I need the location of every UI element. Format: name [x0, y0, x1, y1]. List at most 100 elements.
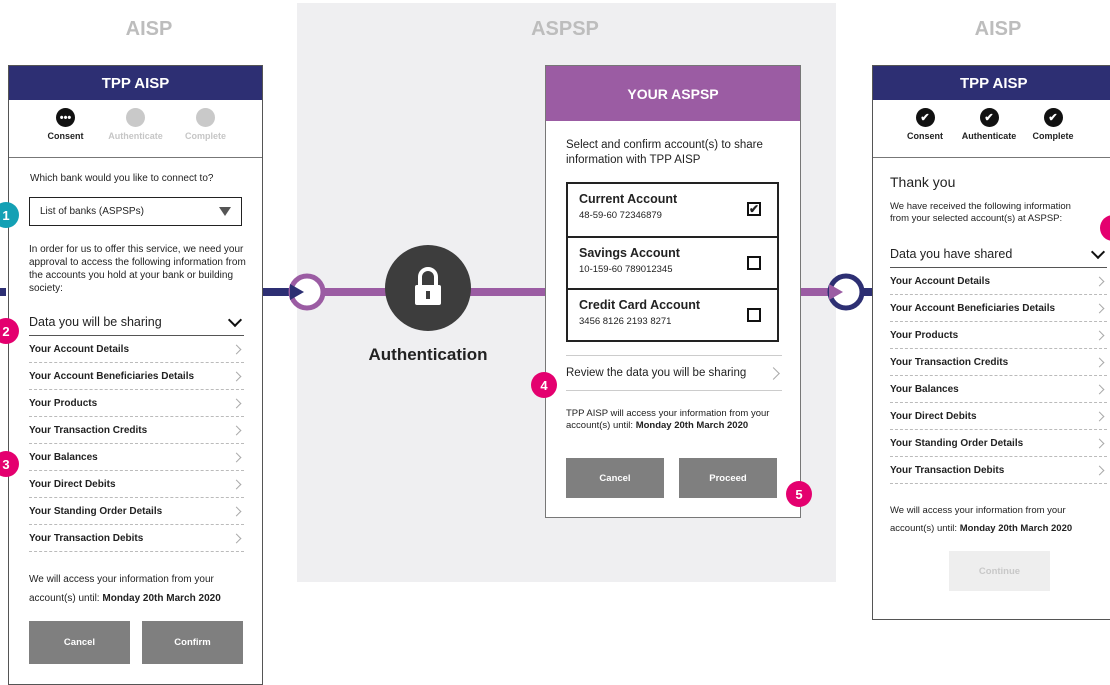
chevron-down-icon [227, 312, 243, 328]
account-checkbox[interactable] [747, 308, 761, 322]
chevron-right-icon [231, 398, 242, 408]
phone-header: TPP AISP [873, 66, 1110, 100]
list-item[interactable]: Your Direct Debits [29, 471, 244, 498]
approval-intro: In order for us to offer this service, w… [29, 244, 246, 294]
list-item[interactable]: Your Transaction Credits [29, 417, 244, 444]
more-icon: ••• [56, 108, 75, 127]
account-item-current[interactable]: Current Account 48-59-60 72346879 ✔ [568, 184, 777, 236]
step-complete: Complete [178, 108, 234, 157]
list-item[interactable]: Your Account Beneficiaries Details [890, 295, 1107, 322]
aspsp-instruction: Select and confirm account(s) to share i… [566, 139, 763, 166]
chevron-right-icon [1094, 465, 1105, 475]
thank-you-heading: Thank you [890, 174, 956, 190]
bank-select-dropdown[interactable]: List of banks (ASPSPs) [29, 197, 242, 226]
received-text: We have received the following informati… [890, 201, 1071, 224]
list-item[interactable]: Your Account Details [29, 336, 244, 363]
chevron-right-icon [1094, 276, 1105, 286]
checkmark-icon: ✔ [1043, 108, 1063, 127]
chevron-right-icon [1094, 384, 1105, 394]
account-item-credit-card[interactable]: Credit Card Account 3456 8126 2193 8271 [568, 288, 777, 340]
authentication-label: Authentication [368, 345, 488, 364]
chevron-right-icon [231, 371, 242, 381]
list-item[interactable]: Your Account Beneficiaries Details [29, 363, 244, 390]
item-label: Your Standing Order Details [890, 437, 1024, 449]
chevron-right-icon [231, 506, 242, 516]
access-until-text: We will access your information from you… [890, 502, 1110, 538]
lock-icon [415, 267, 441, 305]
aspsp-phone-screen: YOUR ASPSP Select and confirm account(s)… [545, 65, 801, 518]
list-item[interactable]: Your Products [890, 322, 1107, 349]
confirm-button[interactable]: Confirm [142, 621, 243, 664]
list-item[interactable]: Your Transaction Debits [29, 525, 244, 552]
chevron-right-icon [231, 452, 242, 462]
list-item[interactable]: Your Standing Order Details [890, 430, 1107, 457]
step-label: Authenticate [108, 131, 163, 141]
phone-header: TPP AISP [9, 66, 262, 100]
item-label: Your Products [29, 397, 98, 409]
cancel-button[interactable]: Cancel [29, 621, 130, 664]
progress-steps: ••• Consent Authenticate Complete [9, 100, 262, 158]
list-item[interactable]: Your Balances [890, 376, 1107, 403]
item-label: Your Transaction Debits [890, 464, 1005, 476]
item-label: Your Products [890, 329, 959, 341]
step-complete: ✔ Complete [1023, 108, 1083, 157]
step-label: Consent [47, 131, 84, 141]
step-label: Complete [184, 131, 226, 141]
list-item[interactable]: Your Balances [29, 444, 244, 471]
chevron-right-icon [231, 479, 242, 489]
sharing-heading: Data you will be sharing [29, 315, 162, 329]
review-data-link[interactable]: Review the data you will be sharing [566, 355, 782, 391]
step-label: Authenticate [961, 131, 1017, 141]
bank-question: Which bank would you like to connect to? [30, 173, 214, 184]
item-label: Your Balances [29, 451, 98, 463]
access-date: Monday 20th March 2020 [635, 420, 749, 431]
checkmark-icon: ✔ [915, 108, 935, 127]
list-item[interactable]: Your Account Details [890, 268, 1107, 295]
flow-arrow-icon [288, 273, 326, 311]
cancel-button[interactable]: Cancel [566, 458, 664, 498]
right-phone-screen: TPP AISP ✔ Consent ✔ Authenticate ✔ Comp… [872, 65, 1110, 620]
chevron-right-icon [1094, 438, 1105, 448]
chevron-down-icon [1090, 244, 1106, 260]
item-label: Your Transaction Debits [29, 532, 144, 544]
item-label: Your Account Details [890, 275, 991, 287]
proceed-button[interactable]: Proceed [679, 458, 777, 498]
list-item[interactable]: Your Transaction Credits [890, 349, 1107, 376]
aspsp-header: YOUR ASPSP [546, 66, 800, 121]
step-badge-4: 4 [531, 372, 557, 398]
step-consent: ✔ Consent [895, 108, 955, 157]
chevron-right-icon [1094, 330, 1105, 340]
pending-dot-icon [196, 108, 215, 127]
chevron-right-icon [231, 533, 242, 543]
account-checkbox[interactable]: ✔ [747, 202, 761, 216]
data-list: Data you will be sharing Your Account De… [29, 309, 244, 552]
item-label: Your Standing Order Details [29, 505, 163, 517]
shared-heading: Data you have shared [890, 247, 1013, 261]
access-date: Monday 20th March 2020 [102, 593, 221, 604]
authentication-circle [385, 245, 471, 331]
continue-button[interactable]: Continue [949, 551, 1050, 591]
list-item[interactable]: Your Products [29, 390, 244, 417]
left-phone-screen: TPP AISP ••• Consent Authenticate Comple… [8, 65, 263, 685]
item-label: Your Account Details [29, 343, 130, 355]
item-label: Your Direct Debits [29, 478, 116, 490]
chevron-right-icon [1094, 411, 1105, 421]
item-label: Your Account Beneficiaries Details [29, 370, 195, 382]
step-authenticate: Authenticate [108, 108, 164, 157]
chevron-right-icon [231, 344, 242, 354]
chevron-right-icon [231, 425, 242, 435]
list-item[interactable]: Your Transaction Debits [890, 457, 1107, 484]
item-label: Your Transaction Credits [29, 424, 148, 436]
shared-header[interactable]: Data you have shared [890, 241, 1107, 268]
account-item-savings[interactable]: Savings Account 10-159-60 789012345 [568, 236, 777, 288]
sharing-header[interactable]: Data you will be sharing [29, 309, 244, 336]
list-item[interactable]: Your Standing Order Details [29, 498, 244, 525]
aspsp-access-text: TPP AISP will access your information fr… [566, 408, 788, 432]
account-checkbox[interactable] [747, 256, 761, 270]
account-list: Current Account 48-59-60 72346879 ✔ Savi… [566, 182, 779, 342]
item-label: Your Transaction Credits [890, 356, 1009, 368]
list-item[interactable]: Your Direct Debits [890, 403, 1107, 430]
dropdown-arrow-icon [219, 207, 231, 216]
step-badge-5: 5 [786, 481, 812, 507]
item-label: Your Direct Debits [890, 410, 977, 422]
